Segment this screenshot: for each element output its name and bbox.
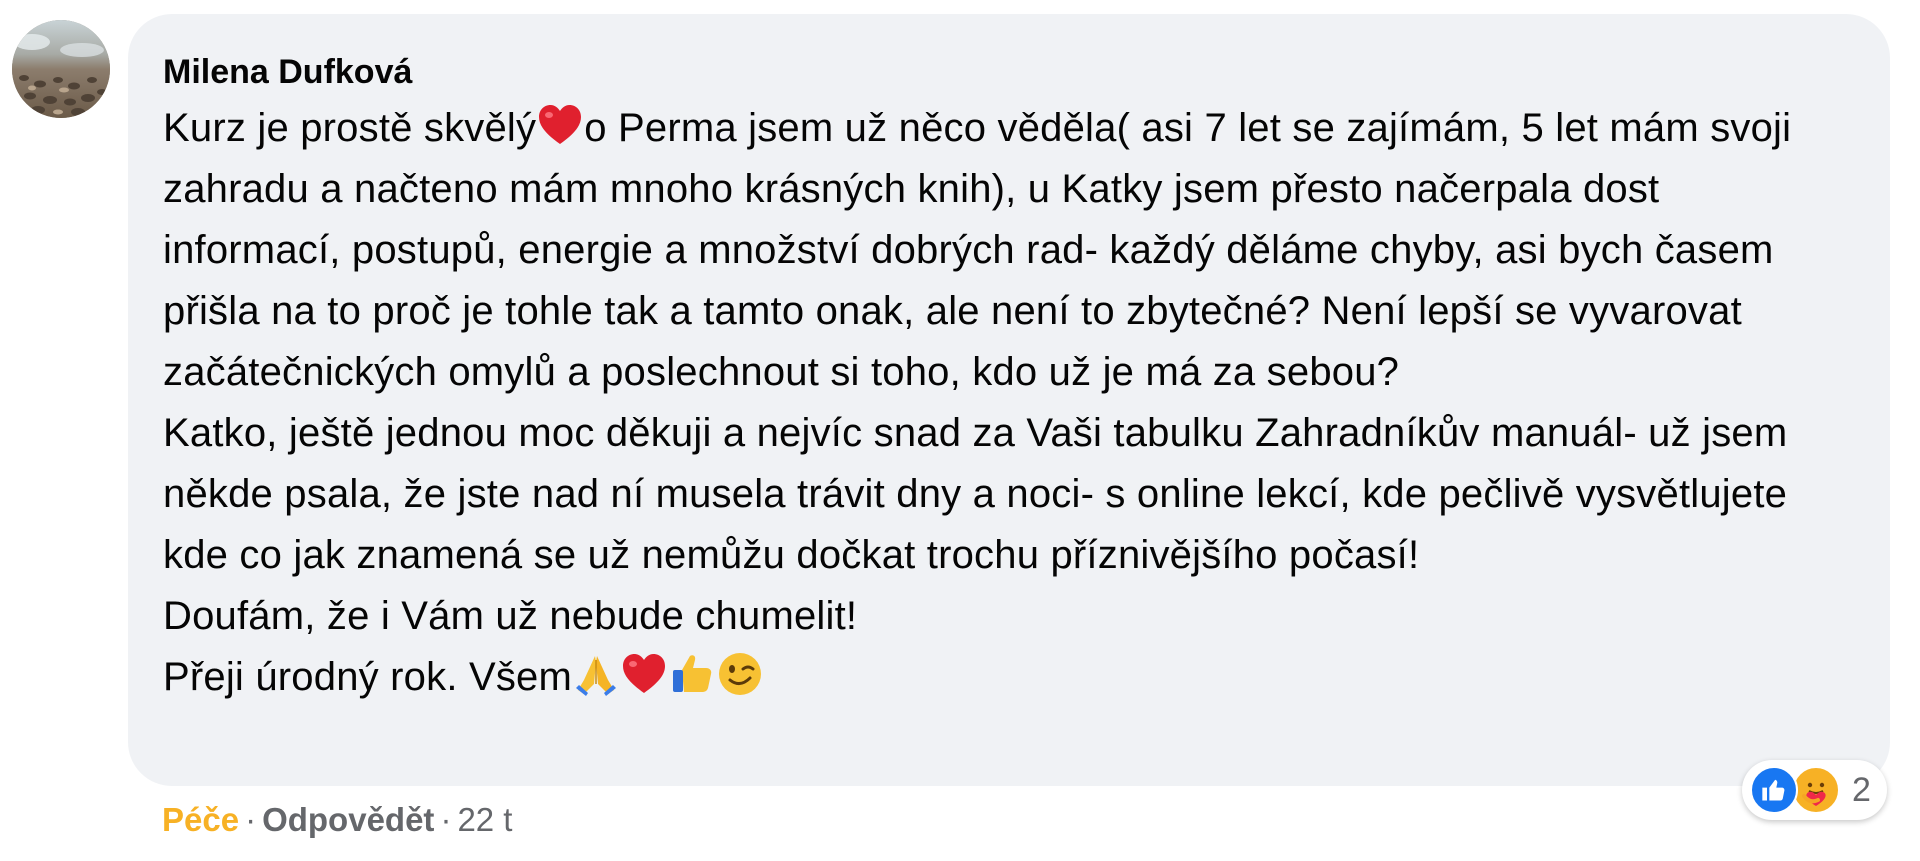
- comment-container: Milena Dufková Kurz je prostě skvělý o Pe…: [0, 0, 1920, 861]
- comment-text: Kurz je prostě skvělý: [163, 106, 537, 150]
- comment-bubble: Milena Dufková Kurz je prostě skvělý o Pe…: [128, 14, 1890, 786]
- heart-emoji: [620, 650, 668, 698]
- winking-face-emoji: [716, 650, 764, 698]
- comment-text: Katko, ještě jednou moc děkuji a nejvíc …: [163, 411, 1788, 577]
- reply-link[interactable]: Odpovědět: [262, 801, 434, 838]
- reactions-count: 2: [1852, 770, 1871, 809]
- folded-hands-emoji: [572, 650, 620, 698]
- comment-paragraph: Přeji úrodný rok. Všem: [163, 647, 1846, 708]
- comment-author[interactable]: Milena Dufková: [163, 52, 1846, 92]
- reactions-summary[interactable]: 2: [1742, 760, 1887, 820]
- comment-paragraph: Katko, ještě jednou moc děkuji a nejvíc …: [163, 403, 1846, 586]
- care-reaction-link[interactable]: Péče: [162, 801, 239, 838]
- comment-timestamp[interactable]: 22 t: [457, 801, 512, 838]
- separator: ·: [440, 801, 452, 838]
- like-icon: [1750, 766, 1798, 814]
- care-icon: [1792, 766, 1840, 814]
- comment-text: Doufám, že i Vám už nebude chumelit!: [163, 594, 858, 638]
- comment-text: Přeji úrodný rok. Všem: [163, 655, 572, 699]
- comment-paragraph: Doufám, že i Vám už nebude chumelit!: [163, 586, 1846, 647]
- thumbs-up-emoji: [668, 650, 716, 698]
- comment-actions: Péče · Odpovědět · 22 t: [162, 800, 512, 840]
- heart-emoji: [536, 101, 584, 149]
- comment-body: Kurz je prostě skvělý o Perma jsem už něc…: [163, 98, 1846, 708]
- avatar[interactable]: [12, 20, 110, 118]
- comment-paragraph: Kurz je prostě skvělý o Perma jsem už něc…: [163, 98, 1846, 403]
- separator: ·: [245, 801, 257, 838]
